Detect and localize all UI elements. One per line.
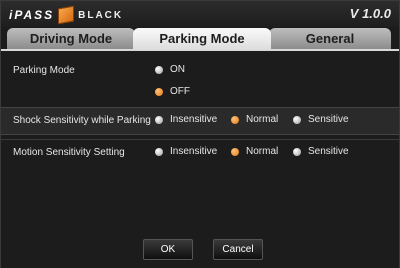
shock-sensitive-radio[interactable]: Sensitive [293,114,349,125]
radio-selected-icon [155,87,163,96]
shock-sensitivity-row: Shock Sensitivity while Parking Insensit… [1,107,399,135]
title-bar: iPASS BLACK V 1.0.0 [1,1,399,27]
parking-mode-off-radio[interactable]: OFF [155,86,190,97]
row-divider [1,139,399,140]
shock-sensitive-label: Sensitive [308,114,349,125]
motion-sensitivity-label: Motion Sensitivity Setting [13,147,125,158]
motion-normal-radio[interactable]: Normal [231,146,278,157]
tab-general[interactable]: General [269,28,391,50]
parking-mode-off-label: OFF [170,86,190,97]
shock-insensitive-radio[interactable]: Insensitive [155,114,217,125]
radio-unselected-icon [155,65,163,74]
radio-unselected-icon [155,147,163,156]
radio-selected-icon [231,147,239,156]
settings-window: iPASS BLACK V 1.0.0 Driving Mode Parking… [0,0,400,268]
radio-unselected-icon [293,115,301,124]
tab-bar: Driving Mode Parking Mode General [1,28,399,50]
motion-normal-label: Normal [246,146,279,157]
tab-driving-mode[interactable]: Driving Mode [7,28,135,50]
parking-mode-label: Parking Mode [13,65,75,76]
motion-insensitive-radio[interactable]: Insensitive [155,146,217,157]
radio-unselected-icon [293,147,301,156]
brand-logo: iPASS BLACK [9,5,124,25]
parking-mode-on-radio[interactable]: ON [155,64,185,75]
radio-unselected-icon [155,115,163,124]
shock-normal-label: Normal [246,114,279,125]
version-label: V 1.0.0 [349,6,391,21]
shock-sensitivity-label: Shock Sensitivity while Parking [13,115,151,126]
motion-sensitive-radio[interactable]: Sensitive [293,146,349,157]
shock-insensitive-label: Insensitive [170,114,218,125]
radio-selected-icon [231,115,239,124]
shock-normal-radio[interactable]: Normal [231,114,278,125]
brand-suffix: BLACK [78,9,124,21]
motion-insensitive-label: Insensitive [170,146,218,157]
cube-logo-icon [58,5,75,25]
parking-mode-on-label: ON [170,64,185,75]
ok-button[interactable]: OK [143,239,193,260]
parking-mode-panel: Parking Mode ON OFF Shock Sensitivity wh… [1,51,399,268]
brand-prefix: iPASS [9,8,55,22]
motion-sensitive-label: Sensitive [308,146,349,157]
cancel-button[interactable]: Cancel [213,239,263,260]
tab-parking-mode[interactable]: Parking Mode [133,28,271,50]
